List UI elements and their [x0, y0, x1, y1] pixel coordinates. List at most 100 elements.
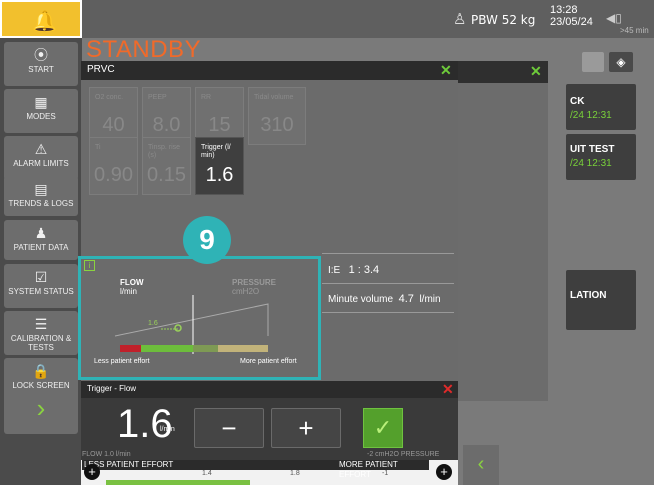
battery-time: >45 min [620, 26, 649, 35]
close-icon[interactable]: ✕ [440, 62, 452, 79]
less-effort-label: Less patient effort [94, 358, 150, 365]
sidebar-item-alarm-limits[interactable]: ⚠ ALARM LIMITS [4, 136, 78, 180]
alarm-limits-icon: ⚠ [34, 141, 48, 157]
trigger-value: 1.6 [117, 402, 173, 446]
secondary-dialog [458, 61, 548, 401]
layers-button[interactable]: ◈ [609, 52, 633, 72]
sidebar-item-start[interactable]: ⦿ START [4, 42, 78, 86]
ie-value: 1 : 3.4 [348, 264, 380, 276]
scale-tick: 1.8 [290, 470, 300, 477]
divider [322, 283, 454, 284]
scale-plus-right-icon[interactable]: + [436, 464, 452, 480]
divider [322, 312, 454, 313]
param-label: O2 conc. [95, 94, 124, 101]
sliders-icon: ☰ [34, 316, 48, 332]
sensitivity-wedge [114, 303, 269, 337]
sidebar-item-system-status[interactable]: ☑ SYSTEM STATUS [4, 264, 78, 308]
system-status-icon: ☑ [34, 269, 48, 285]
sidebar-item-calibration[interactable]: ☰ CALIBRATION & TESTS [4, 311, 78, 355]
status-title: STANDBY [86, 36, 202, 63]
param-label: Tinsp. rise (s) [148, 144, 181, 159]
trigger-panel-title: Trigger - Flow [87, 384, 137, 393]
mode-dialog-title: PRVC [87, 64, 115, 75]
right-card-circuit-test[interactable]: UIT TEST /24 12:31 [566, 134, 636, 180]
decrease-button[interactable]: − [194, 408, 264, 448]
pressure-label: PRESSURE [232, 278, 277, 287]
minute-volume: Minute volume 4.7 l/min [328, 293, 441, 305]
trigger-marker [174, 324, 182, 332]
trends-icon: ▤ [34, 181, 48, 197]
sidebar-item-label: PATIENT DATA [13, 243, 69, 252]
param-label: Trigger (l/ min) [201, 144, 231, 159]
param-value: 0.90 [94, 164, 133, 186]
sidebar-item-patient-data[interactable]: ♟ PATIENT DATA [4, 220, 78, 260]
sidebar: ⦿ START ▦ MODES ⚠ ALARM LIMITS ▤ TRENDS … [0, 38, 82, 485]
pbw-label: PBW 52 kg [471, 13, 536, 27]
param-label: Ti [95, 144, 101, 151]
secondary-close-icon[interactable]: ✕ [530, 63, 542, 80]
right-card-ventilation[interactable]: LATION [566, 270, 636, 330]
clock-date: 23/05/24 [550, 16, 593, 28]
param-value: 1.6 [205, 164, 234, 186]
camera-button[interactable] [582, 52, 604, 72]
param-tidal-volume[interactable]: Tidal volume 310 [248, 87, 306, 145]
more-effort-label: More patient effort [240, 358, 297, 365]
cancel-icon[interactable]: ✕ [442, 381, 454, 398]
alarm-bell-button[interactable]: 🔔 [0, 0, 82, 38]
param-label: RR [201, 94, 212, 101]
param-ti[interactable]: Ti 0.90 [89, 137, 138, 195]
sidebar-item-label: MODES [26, 112, 56, 121]
sidebar-item-trends-logs[interactable]: ▤ TRENDS & LOGS [4, 176, 78, 216]
mv-value: 4.7 [398, 293, 414, 305]
trigger-panel-header [81, 381, 458, 398]
card-title: UIT TEST [570, 144, 615, 155]
scale-plus-left-icon[interactable]: + [84, 464, 100, 480]
scale-tick: 1.4 [202, 470, 212, 477]
effort-bar-tan [218, 345, 268, 352]
param-value: 40 [102, 114, 125, 136]
flow-label: FLOW [120, 278, 144, 287]
effort-bar-green [141, 345, 193, 352]
param-label: Tidal volume [254, 94, 294, 101]
param-trigger[interactable]: Trigger (l/ min) 1.6 [195, 137, 244, 195]
clock-time: 13:28 [550, 4, 578, 16]
battery-icon: ◀▯ [606, 11, 622, 25]
sidebar-item-label: START [28, 65, 54, 74]
param-value: 310 [260, 114, 294, 136]
mv-label: Minute volume [328, 294, 394, 305]
ie-ratio: I:E 1 : 3.4 [328, 264, 379, 276]
confirm-button[interactable]: ✓ [363, 408, 403, 448]
effort-bar-olive [193, 345, 218, 352]
info-icon[interactable]: i [84, 260, 95, 271]
param-label: PEEP [148, 94, 167, 101]
scale-less-effort: LESS PATIENT EFFORT [82, 460, 337, 470]
effort-bar-red [120, 345, 141, 352]
sidebar-item-label: ALARM LIMITS [13, 159, 69, 168]
sidebar-next-button[interactable]: › [4, 392, 78, 434]
layers-icon: ◈ [616, 55, 626, 69]
divider [322, 253, 454, 254]
sidebar-item-label: CALIBRATION & TESTS [10, 334, 72, 352]
param-value: 8.0 [152, 114, 181, 136]
ie-label: I:E [328, 265, 341, 276]
scale-green-bar [106, 480, 250, 485]
param-tinsp-rise[interactable]: Tinsp. rise (s) 0.15 [142, 137, 191, 195]
sidebar-item-label: SYSTEM STATUS [8, 287, 74, 296]
marker-value: 1.6 [148, 320, 158, 327]
pressure-current: -2 cmH2O PRESSURE [367, 451, 440, 458]
grid-icon: ▦ [34, 94, 48, 110]
flow-current: FLOW 1.0 l/min [82, 451, 131, 458]
trigger-unit: l/min [160, 426, 175, 433]
chevron-left-icon[interactable]: ‹ [463, 445, 499, 485]
right-card-check[interactable]: CK /24 12:31 [566, 84, 636, 130]
mode-dialog-header [81, 61, 458, 80]
increase-button[interactable]: + [271, 408, 341, 448]
start-icon: ⦿ [34, 47, 48, 63]
card-time: /24 12:31 [570, 158, 612, 169]
step-badge: 9 [183, 216, 231, 264]
sidebar-item-label: TRENDS & LOGS [8, 199, 74, 208]
mv-unit: l/min [419, 294, 441, 305]
param-value: 0.15 [147, 164, 186, 186]
param-value: 15 [208, 114, 231, 136]
sidebar-item-modes[interactable]: ▦ MODES [4, 89, 78, 133]
